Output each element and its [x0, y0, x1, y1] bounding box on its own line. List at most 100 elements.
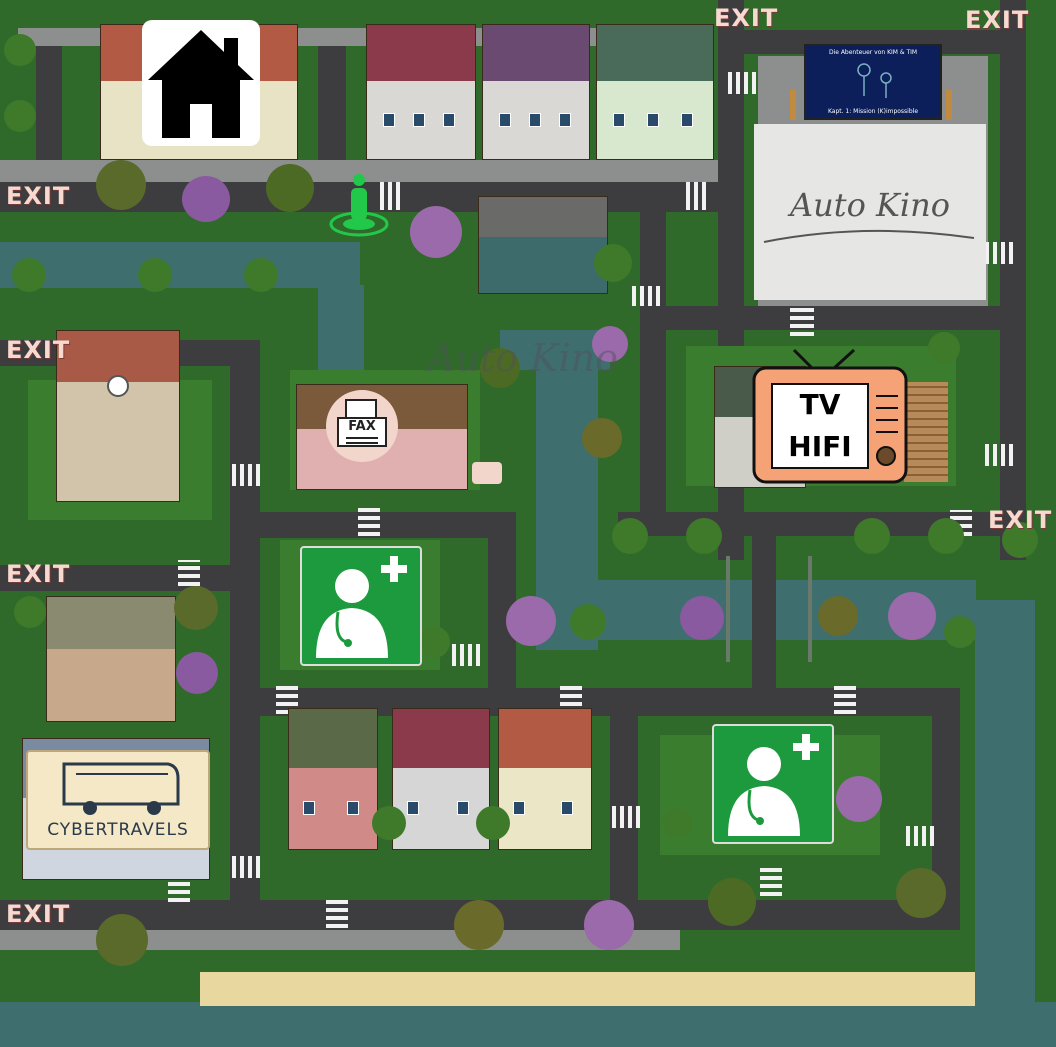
crosswalk	[906, 826, 934, 846]
exit-top-right[interactable]: EXIT	[965, 6, 1029, 34]
auto-kino-sign[interactable]: Auto Kino	[754, 124, 986, 300]
tree	[4, 34, 36, 66]
cybertravels-sign[interactable]: CYBERTRAVELS	[26, 750, 210, 850]
wooden-deck	[904, 382, 948, 482]
doctor-icon	[316, 556, 407, 658]
hifi-label: HIFI	[788, 430, 852, 463]
tree	[174, 586, 218, 630]
bridge	[726, 556, 812, 662]
small-printer-icon	[472, 462, 502, 484]
tree	[372, 806, 406, 840]
crosswalk	[834, 686, 856, 714]
cherry-tree	[680, 596, 724, 640]
road-cinema-loop-left	[640, 210, 666, 530]
tree	[708, 878, 756, 926]
tree	[928, 332, 960, 364]
canal-top	[0, 242, 360, 288]
fax-sign[interactable]: FAX	[326, 390, 398, 462]
house	[392, 708, 490, 850]
exit-left-4[interactable]: EXIT	[6, 900, 70, 928]
cherry-tree	[176, 652, 218, 694]
home-icon	[148, 30, 254, 138]
crosswalk	[326, 898, 348, 928]
corner-shop	[478, 196, 608, 294]
cherry-tree	[584, 900, 634, 950]
crosswalk	[985, 444, 1013, 466]
bus-icon	[62, 762, 180, 815]
cinema-screen-title: Die Abenteuer von KIM & TIM	[828, 49, 918, 56]
crosswalk	[452, 644, 482, 666]
tree	[4, 100, 36, 132]
tree	[818, 596, 858, 636]
crosswalk	[760, 866, 782, 896]
tree	[266, 164, 314, 212]
tree	[686, 518, 722, 554]
home-sign[interactable]	[142, 20, 260, 146]
canal-east	[975, 600, 1035, 1047]
cherry-tree	[888, 592, 936, 640]
cinema-screen[interactable]: Die Abenteuer von KIM & TIM Kapt. 1: Mis…	[804, 44, 942, 120]
tree	[944, 616, 976, 648]
tv-label: TV	[799, 388, 841, 421]
tree	[928, 518, 964, 554]
exit-left-3[interactable]: EXIT	[6, 560, 70, 588]
cherry-tree	[836, 776, 882, 822]
crosswalk	[232, 464, 262, 486]
cybertravels-label: CYBERTRAVELS	[47, 820, 189, 840]
crosswalk	[612, 806, 640, 828]
crosswalk	[358, 508, 380, 536]
tree	[14, 596, 46, 628]
house	[288, 708, 378, 850]
road-east-column	[1000, 0, 1026, 560]
town-map[interactable]: Auto Kino Die Abenteuer von KIM & TIM Ka…	[0, 0, 1056, 1047]
tree	[244, 258, 278, 292]
tree	[612, 518, 648, 554]
clock-icon	[107, 375, 129, 397]
exit-right-mid[interactable]: EXIT	[988, 506, 1052, 534]
crosswalk	[686, 182, 708, 210]
player-marker[interactable]	[326, 172, 392, 238]
cherry-tree	[506, 596, 556, 646]
house	[596, 24, 714, 160]
cinema-screen-subtitle: Kapt. 1: Mission (K)impossible	[827, 108, 919, 115]
crosswalk	[632, 286, 662, 306]
tree	[570, 604, 606, 640]
exit-left-1[interactable]: EXIT	[6, 182, 70, 210]
cherry-tree	[410, 206, 462, 258]
doctor-sign-1[interactable]	[300, 546, 422, 666]
cherry-tree	[182, 176, 230, 222]
tree	[12, 258, 46, 292]
tv-hifi-sign[interactable]: TV HIFI	[752, 346, 908, 484]
exit-left-2[interactable]: EXIT	[6, 336, 70, 364]
exit-top-center[interactable]: EXIT	[714, 4, 778, 32]
road-top-left	[36, 46, 62, 166]
tree	[96, 160, 146, 210]
auto-kino-label: Auto Kino	[789, 186, 951, 224]
tree	[96, 914, 148, 966]
town-hall	[56, 330, 180, 502]
tree	[594, 244, 632, 282]
tree	[454, 900, 504, 950]
player-marker-icon	[329, 174, 389, 237]
characters-icon	[857, 63, 892, 98]
beach	[200, 972, 975, 1006]
fax-label: FAX	[348, 419, 376, 434]
tree	[854, 518, 890, 554]
crosswalk	[178, 560, 200, 586]
crosswalk	[790, 306, 814, 336]
tree	[582, 418, 622, 458]
tree	[418, 626, 450, 658]
cinema-screen-post-right	[946, 90, 952, 120]
road-west-vertical	[230, 340, 260, 940]
restaurant	[46, 596, 176, 722]
house	[498, 708, 592, 850]
house	[482, 24, 590, 160]
river-bottom	[0, 1002, 1056, 1047]
doctor-sign-2[interactable]	[712, 724, 834, 844]
crosswalk	[728, 72, 758, 94]
crosswalk	[985, 242, 1013, 264]
cinema-screen-post-left	[790, 90, 796, 120]
swoosh-icon	[763, 229, 975, 243]
doctor-icon	[728, 734, 819, 836]
house	[366, 24, 476, 160]
